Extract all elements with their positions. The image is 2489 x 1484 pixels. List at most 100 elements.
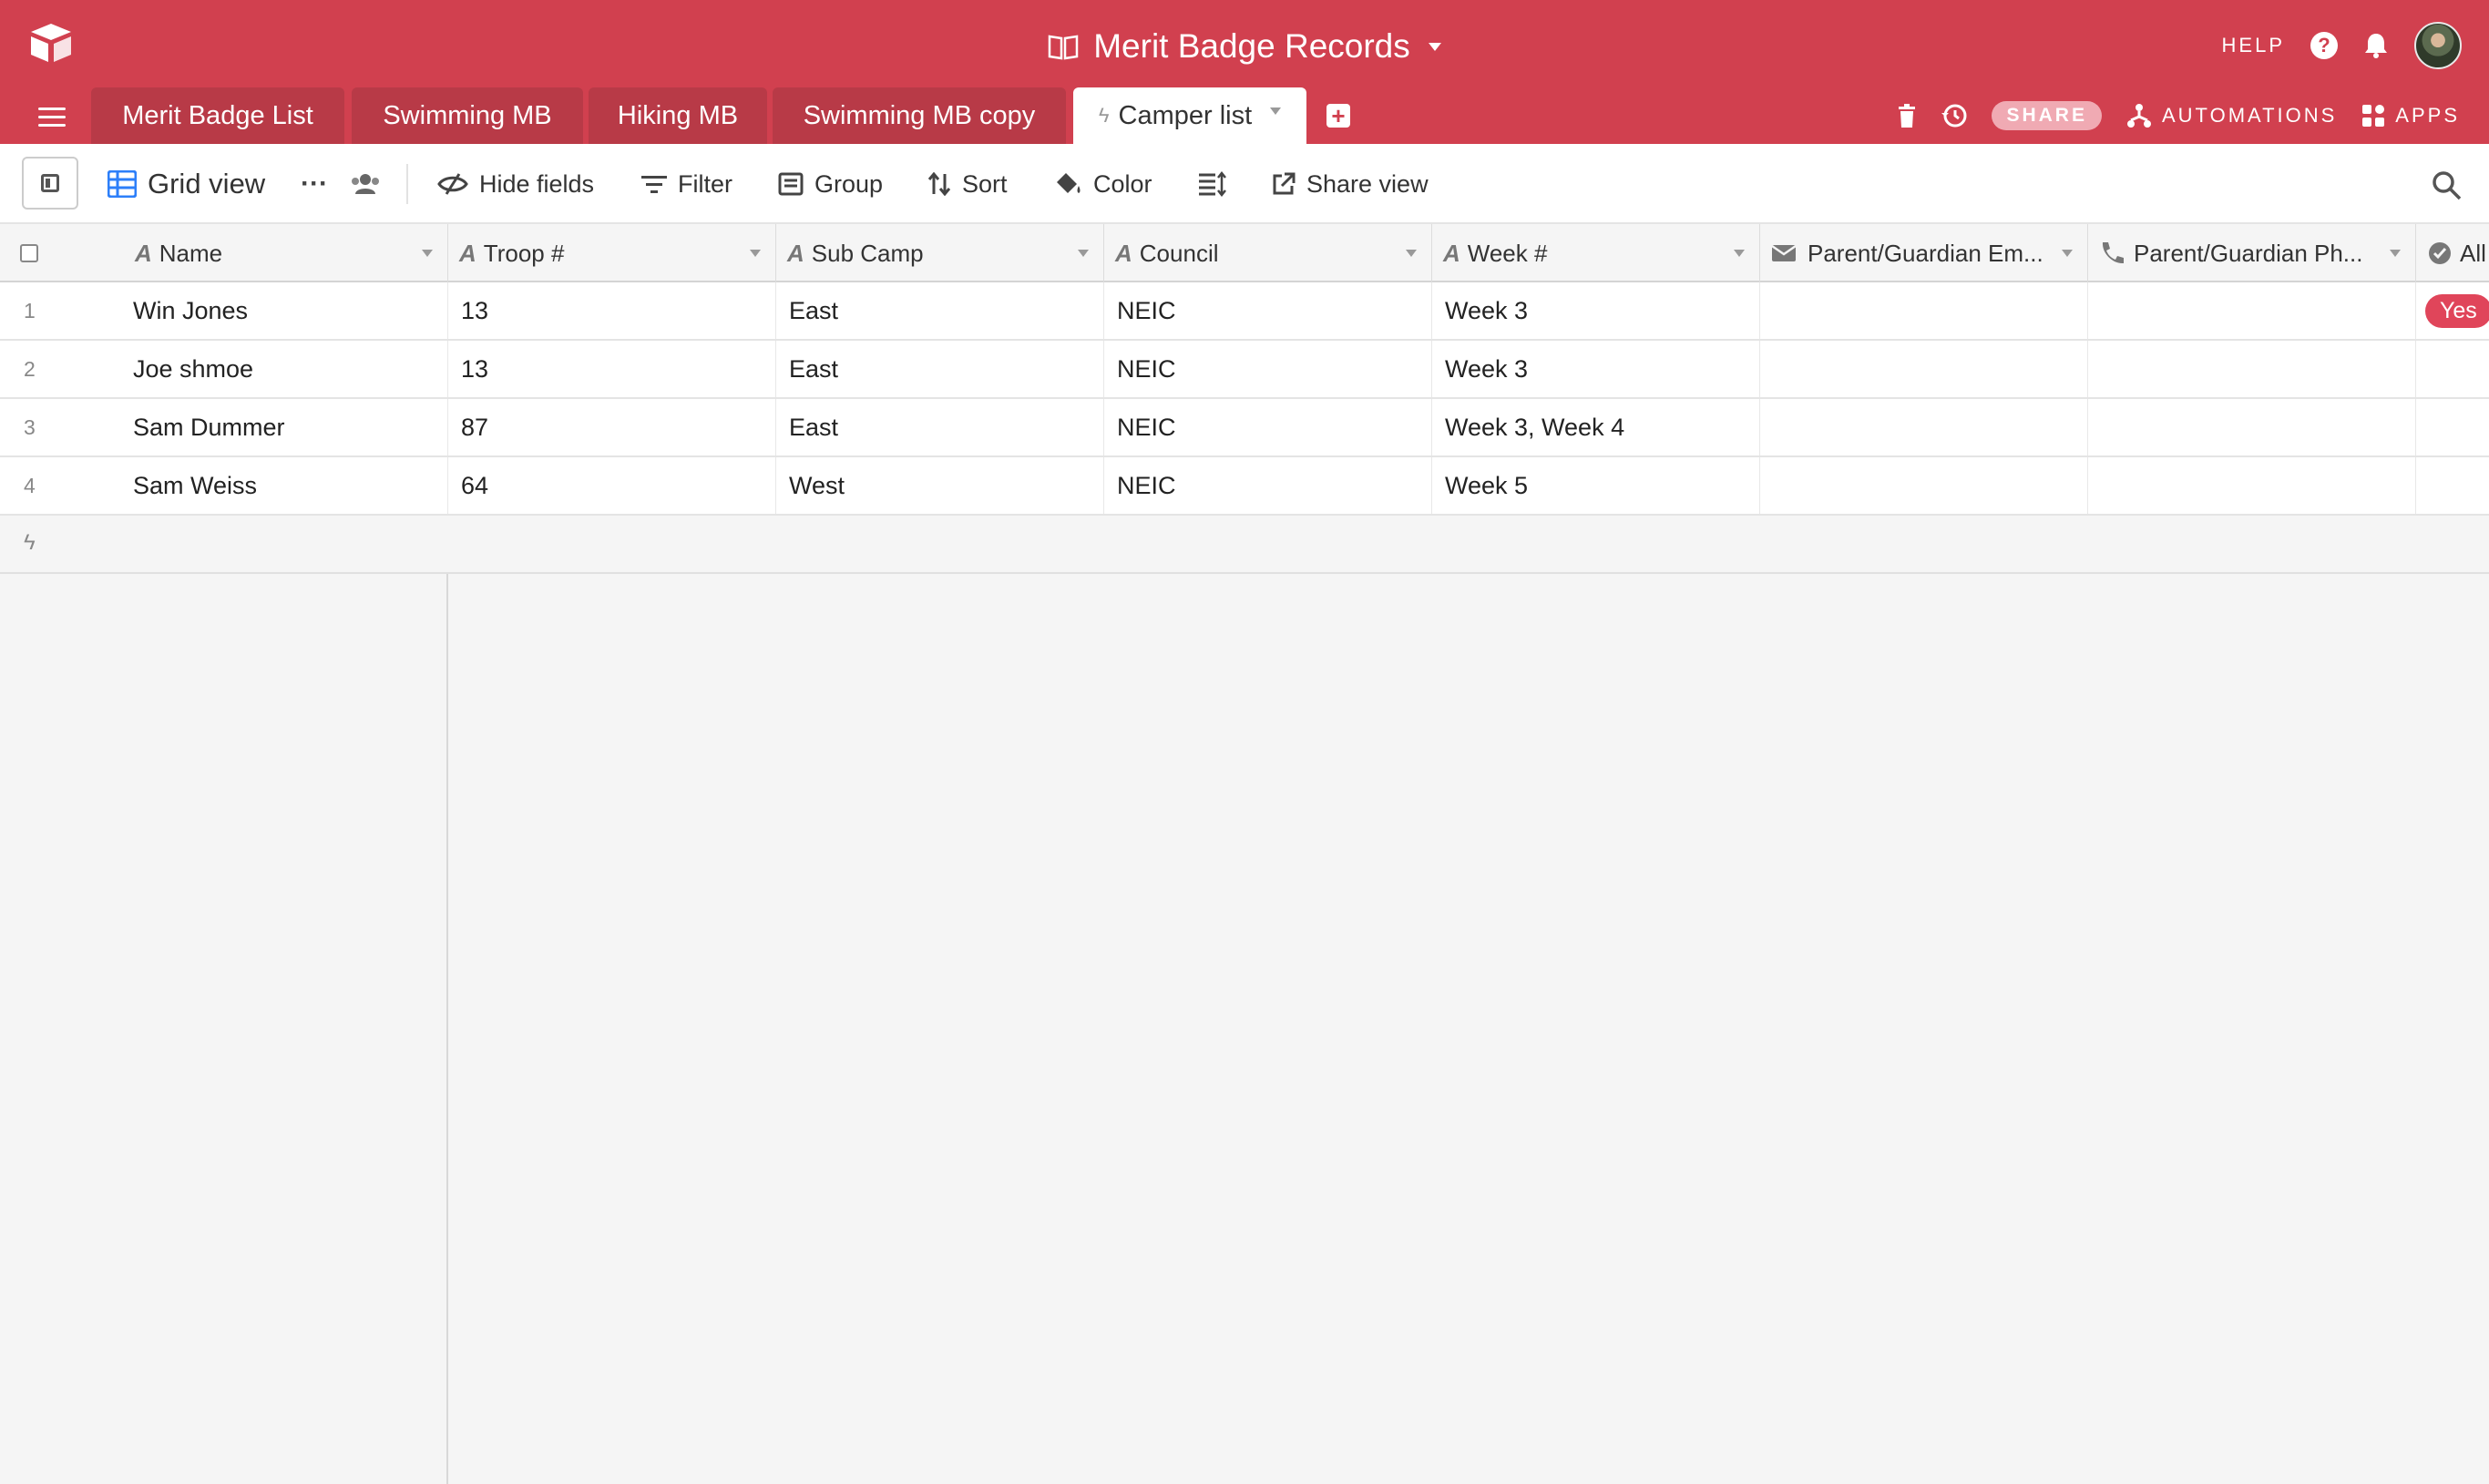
column-header-troop[interactable]: A Troop # bbox=[448, 224, 776, 282]
cell-council[interactable]: NEIC bbox=[1104, 341, 1432, 397]
sidebar-icon bbox=[41, 174, 59, 192]
apps-label: APPS bbox=[2395, 104, 2460, 127]
text-field-icon: A bbox=[787, 239, 804, 267]
cell-parent-email[interactable] bbox=[1760, 457, 2088, 514]
cell-all[interactable] bbox=[2416, 457, 2489, 514]
cell-week[interactable]: Week 3 bbox=[1432, 341, 1760, 397]
external-link-icon bbox=[1273, 172, 1296, 195]
cell-troop[interactable]: 64 bbox=[448, 457, 776, 514]
column-label: Name bbox=[159, 239, 223, 267]
sort-label: Sort bbox=[962, 169, 1008, 198]
cell-parent-phone[interactable] bbox=[2088, 341, 2416, 397]
hide-fields-button[interactable]: Hide fields bbox=[437, 144, 594, 224]
column-header-week[interactable]: A Week # bbox=[1432, 224, 1760, 282]
cell-sub-camp[interactable]: East bbox=[776, 341, 1104, 397]
history-icon[interactable] bbox=[1941, 102, 1968, 129]
row-height-icon bbox=[1199, 171, 1226, 197]
tab-hiking-mb[interactable]: Hiking MB bbox=[589, 87, 767, 144]
collaborators-icon[interactable] bbox=[350, 144, 381, 224]
cell-name[interactable]: Sam Weiss bbox=[120, 457, 448, 514]
cell-troop[interactable]: 13 bbox=[448, 282, 776, 339]
share-button[interactable]: SHARE bbox=[1992, 101, 2102, 130]
column-header-parent-phone[interactable]: Parent/Guardian Ph... bbox=[2088, 224, 2416, 282]
tab-swimming-mb[interactable]: Swimming MB bbox=[352, 87, 583, 144]
cell-council[interactable]: NEIC bbox=[1104, 399, 1432, 455]
cell-council[interactable]: NEIC bbox=[1104, 457, 1432, 514]
help-icon[interactable]: ? bbox=[2310, 32, 2338, 59]
color-button[interactable]: Color bbox=[1055, 144, 1152, 224]
cell-name[interactable]: Sam Dummer bbox=[120, 399, 448, 455]
sort-button[interactable]: Sort bbox=[927, 144, 1008, 224]
cell-parent-phone[interactable] bbox=[2088, 399, 2416, 455]
cell-week[interactable]: Week 5 bbox=[1432, 457, 1760, 514]
table-row[interactable]: 4 Sam Weiss 64 West NEIC Week 5 bbox=[0, 457, 2489, 516]
toolbar-divider bbox=[406, 164, 408, 204]
apps-button[interactable]: APPS bbox=[2361, 103, 2460, 128]
cell-parent-email[interactable] bbox=[1760, 282, 2088, 339]
share-view-button[interactable]: Share view bbox=[1272, 144, 1429, 224]
tab-swimming-mb-copy[interactable]: Swimming MB copy bbox=[773, 87, 1066, 144]
tab-camper-list[interactable]: ϟ Camper list bbox=[1073, 87, 1306, 144]
row-height-button[interactable] bbox=[1197, 144, 1226, 224]
view-switcher[interactable]: Grid view bbox=[108, 144, 265, 224]
column-header-parent-email[interactable]: Parent/Guardian Em... bbox=[1760, 224, 2088, 282]
cell-all[interactable] bbox=[2416, 399, 2489, 455]
cell-sub-camp[interactable]: East bbox=[776, 399, 1104, 455]
chevron-down-icon[interactable] bbox=[422, 250, 433, 257]
column-header-sub-camp[interactable]: A Sub Camp bbox=[776, 224, 1104, 282]
cell-parent-email[interactable] bbox=[1760, 341, 2088, 397]
search-icon[interactable] bbox=[2431, 169, 2462, 200]
avatar[interactable] bbox=[2414, 22, 2462, 69]
automations-button[interactable]: AUTOMATIONS bbox=[2125, 102, 2337, 129]
group-label: Group bbox=[814, 169, 884, 198]
lightning-icon: ϟ bbox=[1098, 104, 1110, 127]
column-header-all[interactable]: All bbox=[2416, 224, 2489, 282]
more-options-icon[interactable]: ··· bbox=[301, 144, 328, 224]
sidebar-toggle-button[interactable] bbox=[22, 157, 78, 210]
base-title: Merit Badge Records bbox=[1093, 27, 1410, 65]
cell-troop[interactable]: 13 bbox=[448, 341, 776, 397]
help-link[interactable]: HELP bbox=[2222, 34, 2285, 57]
chevron-down-icon[interactable] bbox=[750, 250, 761, 257]
cell-name[interactable]: Joe shmoe bbox=[120, 341, 448, 397]
cell-name[interactable]: Win Jones bbox=[120, 282, 448, 339]
tab-merit-badge-list[interactable]: Merit Badge List bbox=[91, 87, 344, 144]
select-all-checkbox[interactable] bbox=[20, 244, 38, 262]
add-record-row[interactable]: ϟ bbox=[0, 516, 2489, 574]
chevron-down-icon[interactable] bbox=[1406, 250, 1417, 257]
column-label: Parent/Guardian Ph... bbox=[2134, 239, 2363, 267]
column-label: All bbox=[2460, 239, 2486, 267]
chevron-down-icon[interactable] bbox=[1078, 250, 1089, 257]
cell-all[interactable] bbox=[2416, 341, 2489, 397]
table-row[interactable]: 2 Joe shmoe 13 East NEIC Week 3 bbox=[0, 341, 2489, 399]
cell-parent-email[interactable] bbox=[1760, 399, 2088, 455]
chevron-down-icon[interactable] bbox=[2062, 250, 2073, 257]
trash-icon[interactable] bbox=[1897, 103, 1917, 128]
apps-icon bbox=[2362, 105, 2385, 127]
chevron-down-icon[interactable] bbox=[1270, 107, 1282, 115]
records-grid: A Name A Troop # A Sub Camp A Council A … bbox=[0, 224, 2489, 1484]
cell-troop[interactable]: 87 bbox=[448, 399, 776, 455]
cell-all[interactable]: Yes bbox=[2416, 282, 2489, 339]
add-table-button[interactable]: + bbox=[1326, 104, 1350, 128]
group-button[interactable]: Group bbox=[778, 144, 883, 224]
cell-council[interactable]: NEIC bbox=[1104, 282, 1432, 339]
table-row[interactable]: 3 Sam Dummer 87 East NEIC Week 3, Week 4 bbox=[0, 399, 2489, 457]
cell-week[interactable]: Week 3 bbox=[1432, 282, 1760, 339]
cell-sub-camp[interactable]: East bbox=[776, 282, 1104, 339]
hamburger-menu-icon[interactable] bbox=[38, 107, 66, 128]
base-title-button[interactable]: Merit Badge Records bbox=[0, 24, 2489, 69]
column-header-council[interactable]: A Council bbox=[1104, 224, 1432, 282]
bell-icon[interactable] bbox=[2363, 32, 2389, 59]
chevron-down-icon[interactable] bbox=[2390, 250, 2401, 257]
cell-parent-phone[interactable] bbox=[2088, 457, 2416, 514]
view-name: Grid view bbox=[148, 168, 266, 200]
table-row[interactable]: 1 Win Jones 13 East NEIC Week 3 Yes bbox=[0, 282, 2489, 341]
cell-sub-camp[interactable]: West bbox=[776, 457, 1104, 514]
filter-button[interactable]: Filter bbox=[641, 144, 732, 224]
column-header-name[interactable]: A Name bbox=[124, 224, 448, 282]
cell-week[interactable]: Week 3, Week 4 bbox=[1432, 399, 1760, 455]
paint-bucket-icon bbox=[1057, 173, 1081, 193]
chevron-down-icon[interactable] bbox=[1734, 250, 1745, 257]
cell-parent-phone[interactable] bbox=[2088, 282, 2416, 339]
